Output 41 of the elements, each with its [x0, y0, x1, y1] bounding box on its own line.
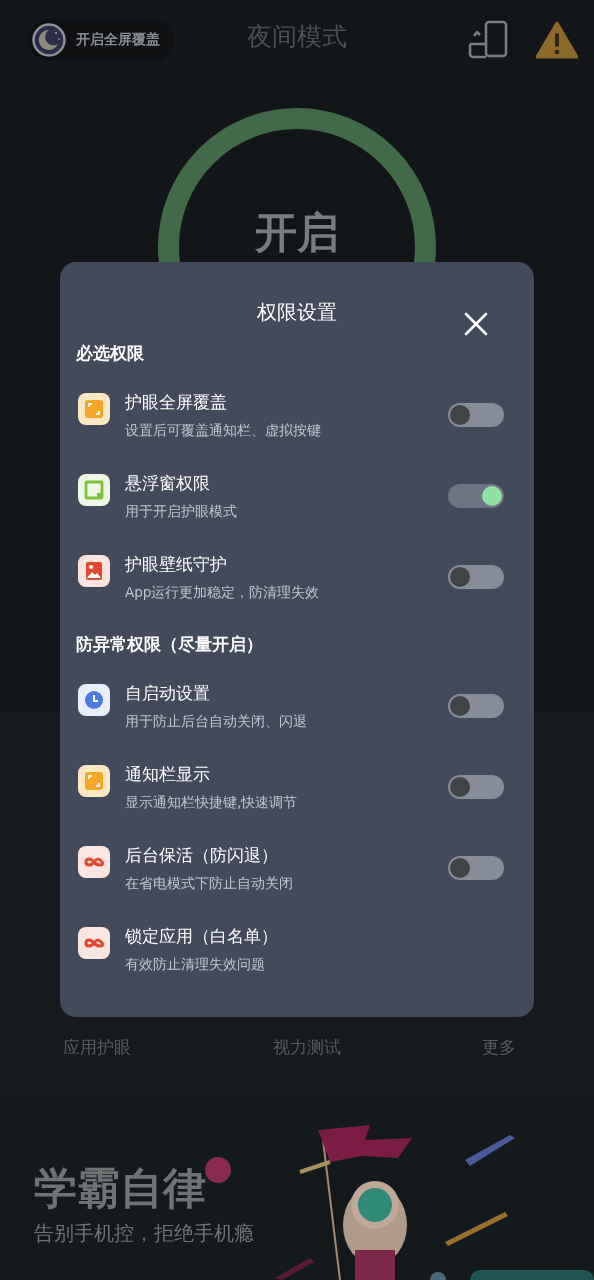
section-heading: 必选权限	[76, 342, 145, 365]
permission-description: 设置后可覆盖通知栏、虚拟按键	[125, 421, 322, 440]
moon-icon	[32, 23, 66, 57]
nav-tab[interactable]: 应用护眼	[63, 1036, 131, 1059]
permission-title: 自启动设置	[125, 681, 211, 705]
permission-title: 锁定应用（白名单）	[125, 924, 279, 948]
permission-description: 在省电模式下防止自动关闭	[125, 874, 294, 893]
toggle-switch[interactable]	[448, 402, 504, 427]
dialog-title: 权限设置	[257, 299, 337, 326]
toggle-switch[interactable]	[448, 774, 504, 799]
nav-tab[interactable]: 视力测试	[272, 1036, 341, 1059]
toggle-switch[interactable]	[448, 855, 504, 880]
frame-icon	[78, 392, 110, 425]
rotate-phone-icon[interactable]	[468, 20, 508, 60]
warning-icon[interactable]	[536, 21, 578, 59]
permission-description: 有效防止清理失效问题	[125, 955, 266, 974]
infinity-icon	[78, 926, 110, 959]
banner-heading: 学霸自律	[34, 1162, 207, 1214]
permission-title: 悬浮窗权限	[125, 471, 211, 495]
window-icon	[78, 473, 110, 506]
toggle-switch[interactable]	[448, 693, 504, 718]
banner-subtitle: 告别手机控，拒绝手机瘾	[34, 1220, 255, 1247]
permission-title: 后台保活（防闪退）	[125, 843, 279, 867]
image-icon	[78, 554, 110, 587]
section-heading: 防异常权限（尽量开启）	[76, 633, 264, 656]
frame-icon	[78, 764, 110, 797]
permission-description: 用于防止后台自动关闭、闪退	[125, 712, 308, 731]
permission-title: 护眼全屏覆盖	[125, 390, 228, 414]
permission-title: 护眼壁纸守护	[125, 552, 228, 576]
permission-description: 用于开启护眼模式	[125, 502, 238, 521]
close-icon[interactable]	[464, 312, 488, 336]
screen-title: 夜间模式	[247, 21, 347, 53]
infinity-icon	[78, 845, 110, 878]
toggle-switch[interactable]	[448, 564, 504, 589]
clock-icon	[78, 683, 110, 716]
permission-title: 通知栏显示	[125, 762, 211, 786]
toggle-switch[interactable]	[448, 483, 504, 508]
nav-tab[interactable]: 更多	[482, 1036, 516, 1059]
permission-description: App运行更加稳定，防清理失效	[125, 583, 321, 602]
overlay-toggle[interactable]: 开启全屏覆盖	[28, 19, 174, 61]
permission-description: 显示通知栏快捷键,快速调节	[125, 793, 299, 812]
